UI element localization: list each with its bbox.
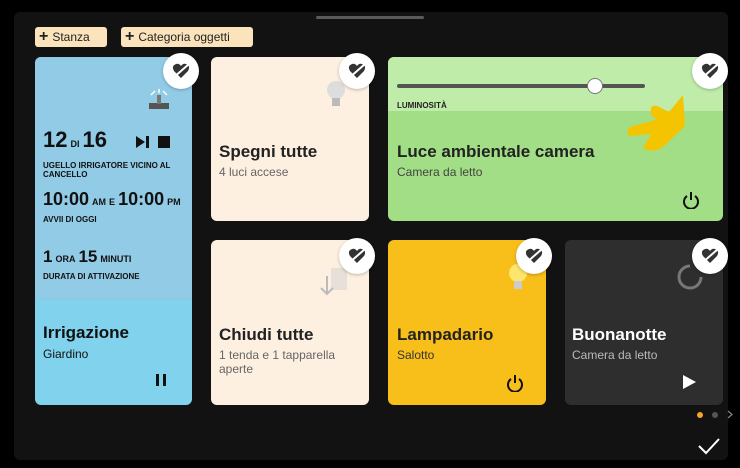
starts-label: Avvii di oggi [43,215,97,224]
card-subtitle: Salotto [397,348,435,362]
add-category-button[interactable]: + Categoria oggetti [121,27,253,47]
brightness-label: LUMINOSITÀ [397,101,447,110]
favorite-off-icon [525,248,543,264]
card-subtitle: 4 luci accese [219,165,289,179]
start-minute: 16 [82,127,107,152]
page-dot-active[interactable] [697,411,703,418]
brightness-slider-track[interactable] [397,84,645,88]
grab-handle[interactable] [316,16,424,19]
power-icon[interactable] [506,374,524,392]
favorite-toggle[interactable] [516,238,552,274]
shutter-down-icon [320,268,347,296]
power-icon[interactable] [682,191,700,209]
page-dot[interactable] [712,411,718,418]
skip-next-icon[interactable] [135,135,151,149]
start-time: 12 di 16 [43,127,107,153]
add-category-label: Categoria oggetti [138,30,230,44]
chevron-right-icon[interactable] [727,410,733,419]
favorite-toggle[interactable] [339,238,375,274]
favorite-off-icon [172,63,190,79]
confirm-check-icon[interactable] [697,436,721,456]
card-title: Luce ambientale camera [397,142,595,161]
start-of-label: di [70,139,80,149]
favorite-off-icon [348,248,366,264]
time-connector: E [109,197,116,207]
card-subtitle: Camera da letto [572,348,658,362]
duration-minutes: 15 [78,247,98,266]
duration-hours-unit: ora [55,254,76,264]
add-room-button[interactable]: + Stanza [35,27,107,47]
plus-icon: + [125,28,135,45]
page-indicator[interactable] [697,410,733,419]
favorite-off-icon [701,63,719,79]
time-from: 10:00 [43,189,90,209]
card-title: Irrigazione [43,323,129,342]
favorite-toggle[interactable] [692,53,728,89]
add-room-label: Stanza [52,30,90,44]
irrigation-card[interactable]: 12 di 16 Ugello irrigatore vicino al can… [35,57,192,405]
pause-icon[interactable] [155,373,167,387]
start-hour: 12 [43,127,68,152]
favorite-toggle[interactable] [339,53,375,89]
tap-gesture-icon [627,95,685,151]
time-from-ampm: AM [92,197,107,207]
duration-hours: 1 [43,247,53,266]
card-title: Lampadario [397,325,494,344]
time-to: 10:00 [118,189,165,209]
duration-label: Durata di attivazione [43,272,140,281]
nozzle-label: Ugello irrigatore vicino al cancello [43,161,171,179]
card-subtitle: Giardino [43,347,89,361]
play-icon[interactable] [681,374,697,390]
stop-icon[interactable] [157,135,171,149]
plus-icon: + [39,28,49,45]
sprinkler-icon [149,89,169,109]
ambient-light-card[interactable]: LUMINOSITÀ Luce ambientale camera Camera… [388,57,723,221]
card-title: Chiudi tutte [219,325,314,344]
card-title: Buonanotte [572,325,667,344]
duration: 1 ora 15 minuti [43,247,131,267]
activation-window: 10:00 AM E 10:00 PM [43,189,181,210]
favorite-off-icon [348,63,366,79]
favorite-toggle[interactable] [163,53,199,89]
favorite-off-icon [701,248,719,264]
time-to-ampm: PM [167,197,181,207]
card-title: Spegni tutte [219,142,318,161]
favorite-toggle[interactable] [692,238,728,274]
card-subtitle: Camera da letto [397,165,483,179]
duration-minutes-unit: minuti [100,254,132,264]
card-subtitle: 1 tenda e 1 tapparella aperte [219,348,336,376]
